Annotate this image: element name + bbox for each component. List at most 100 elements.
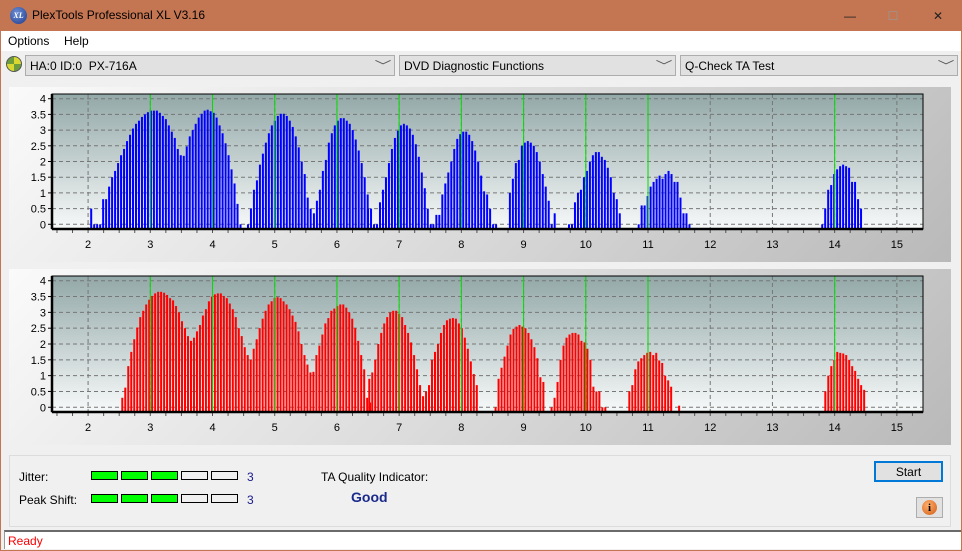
x-tick-label: 5	[272, 239, 278, 251]
ta-quality-value: Good	[351, 489, 388, 505]
x-tick-label: 9	[521, 422, 527, 434]
bar	[154, 293, 157, 412]
bar	[562, 345, 565, 412]
bar	[448, 318, 451, 412]
x-tick-label: 10	[580, 239, 592, 251]
info-button[interactable]: i	[916, 497, 943, 518]
bar	[518, 325, 521, 412]
bar	[207, 301, 210, 412]
bar	[357, 150, 360, 229]
y-tick-label: 0	[40, 402, 46, 414]
bar	[664, 375, 667, 412]
bar	[451, 318, 454, 412]
bar	[188, 136, 191, 229]
jitter-label: Jitter:	[19, 470, 49, 484]
drive-select[interactable]: HA:0 ID:0 PX-716A ﹀	[25, 55, 395, 76]
function-select[interactable]: DVD Diagnostic Functions ﹀	[399, 55, 676, 76]
bar	[234, 317, 237, 412]
close-button[interactable]: ✕	[915, 0, 961, 31]
bar	[203, 110, 206, 229]
bar	[258, 164, 261, 229]
bar	[160, 291, 163, 412]
bar	[354, 139, 357, 229]
bar	[514, 163, 517, 229]
bar	[145, 304, 148, 412]
x-tick-label: 2	[85, 422, 91, 434]
jitter-value: 3	[247, 470, 254, 484]
x-tick-label: 15	[891, 239, 903, 251]
bar	[559, 359, 562, 412]
y-tick-label: 2	[40, 339, 46, 351]
bar	[685, 213, 688, 229]
x-tick-label: 11	[642, 422, 653, 434]
menu-options[interactable]: Options	[8, 34, 49, 48]
bar	[209, 111, 212, 229]
bar	[164, 119, 167, 229]
logo-text: XL	[13, 11, 24, 20]
bar	[303, 355, 306, 412]
bar	[413, 355, 416, 412]
bar	[117, 163, 120, 229]
menu-help[interactable]: Help	[64, 34, 89, 48]
title-bar: XL PlexTools Professional XL V3.16 — ☐ ✕	[1, 0, 961, 31]
x-tick-label: 5	[272, 422, 278, 434]
bar	[236, 203, 239, 229]
bar	[300, 344, 303, 412]
bar	[851, 181, 854, 229]
bar	[170, 131, 173, 229]
minimize-button[interactable]: —	[827, 0, 873, 31]
bar	[649, 186, 652, 229]
bar	[252, 189, 255, 229]
bar	[848, 359, 851, 412]
bar	[503, 356, 506, 412]
app-logo-icon: XL	[10, 7, 27, 24]
bar	[824, 208, 827, 229]
bar	[586, 348, 589, 412]
bar	[466, 348, 469, 412]
bar	[426, 208, 429, 229]
bar	[140, 116, 143, 229]
results-group	[9, 455, 951, 527]
bar	[197, 117, 200, 229]
bar	[444, 183, 447, 229]
bar	[500, 367, 503, 412]
y-tick-label: 1	[40, 371, 46, 383]
bar	[416, 369, 419, 412]
bar	[218, 125, 221, 229]
bar	[428, 385, 431, 412]
bar	[276, 297, 279, 412]
bar	[475, 385, 478, 412]
bar	[324, 323, 327, 412]
bar	[246, 355, 249, 412]
bar	[420, 172, 423, 229]
start-button[interactable]: Start	[874, 461, 943, 482]
bar	[291, 126, 294, 229]
info-icon: i	[922, 500, 937, 515]
bar	[643, 355, 646, 412]
bar	[438, 214, 441, 229]
bar	[465, 131, 468, 229]
bar	[431, 359, 434, 412]
bar	[568, 334, 571, 412]
bar	[185, 146, 188, 229]
y-tick-label: 1	[40, 188, 46, 200]
bar	[447, 172, 450, 229]
bar	[845, 355, 848, 412]
app-window: XL PlexTools Professional XL V3.16 — ☐ ✕…	[1, 0, 961, 550]
status-bar: Ready	[4, 530, 961, 549]
bar	[588, 161, 591, 229]
test-select[interactable]: Q-Check TA Test ﹀	[680, 55, 958, 76]
chart-panel-bottom: 0 0.5 1 1.5 2 2.5 3 3.5 4 2 3 4 5 6 7 8 9 10 11 12 13 14 15	[9, 269, 951, 445]
bar	[378, 202, 381, 229]
maximize-button[interactable]: ☐	[870, 0, 916, 31]
bar	[536, 358, 539, 412]
bar	[655, 352, 658, 412]
bar	[468, 134, 471, 229]
bar	[640, 358, 643, 412]
bar	[297, 331, 300, 412]
bar	[399, 125, 402, 229]
window-title: PlexTools Professional XL V3.16	[32, 8, 205, 22]
bar	[860, 385, 863, 412]
bar	[594, 152, 597, 229]
bar	[368, 378, 371, 412]
